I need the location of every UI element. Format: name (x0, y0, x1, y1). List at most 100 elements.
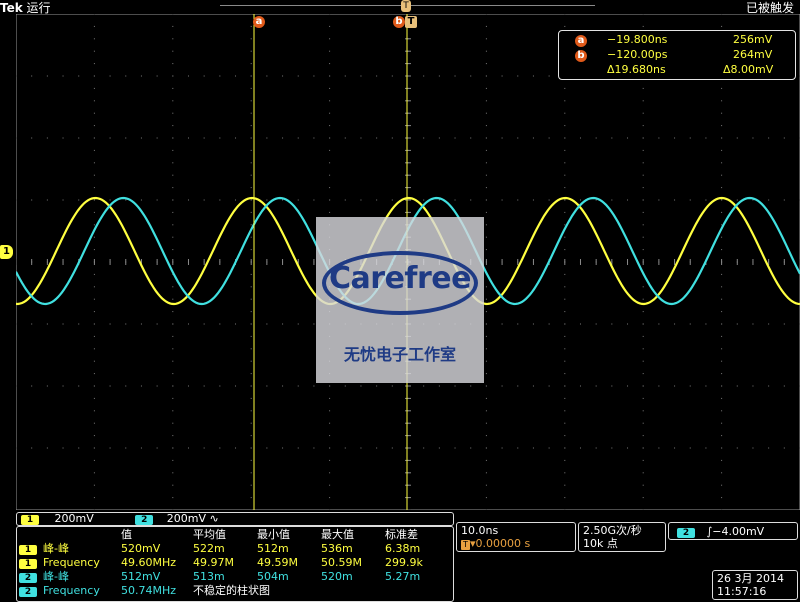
grid-dot (721, 435, 722, 436)
table-row[interactable]: 2Frequency (19, 584, 100, 597)
grid-dot (360, 386, 361, 387)
grid-dot (141, 386, 142, 387)
grid-dot (16, 448, 17, 449)
grid-dot (94, 187, 95, 188)
grid-dot (549, 200, 550, 201)
grid-dot (125, 200, 126, 201)
grid-dot (486, 472, 487, 473)
grid-dot (643, 113, 644, 114)
cursor-b-badge[interactable]: bT (393, 16, 417, 28)
grid-dot (94, 435, 95, 436)
grid-dot (172, 460, 173, 461)
grid-dot (564, 460, 565, 461)
horizontal-position: ▾0.00000 s (470, 537, 530, 550)
row-name: 峰-峰 (43, 570, 69, 583)
grid-dot (752, 138, 753, 139)
grid-dot (94, 485, 95, 486)
watermark-logo: Carefree 无忧电子工作室 (316, 217, 484, 383)
grid-dot (486, 286, 487, 287)
grid-dot (455, 76, 456, 77)
cursor-delta-volt: Δ8.00mV (723, 63, 773, 77)
grid-dot (188, 200, 189, 201)
grid-dot (486, 125, 487, 126)
grid-dot (172, 423, 173, 424)
grid-dot (172, 150, 173, 151)
grid-dot (486, 460, 487, 461)
grid-dot (564, 336, 565, 337)
row-channel-badge: 1 (19, 559, 37, 569)
grid-dot (486, 348, 487, 349)
cursor-a-time: −19.800ns (607, 33, 667, 47)
grid-dot (721, 497, 722, 498)
channel-scale-bar[interactable]: 1 200mV 2 200mV ∿ (16, 512, 454, 526)
table-row[interactable]: 1Frequency (19, 556, 100, 569)
grid-dot (596, 138, 597, 139)
grid-dot (172, 187, 173, 188)
channel-2-badge[interactable]: 2 (135, 515, 153, 525)
trigger-box[interactable]: 2 ∫−4.00mV (668, 522, 798, 540)
grid-dot (502, 324, 503, 325)
cursor-a-badge[interactable]: a (253, 16, 265, 28)
grid-dot (517, 386, 518, 387)
grid-dot (721, 410, 722, 411)
grid-dot (94, 299, 95, 300)
grid-dot (486, 51, 487, 52)
acquisition-box[interactable]: 2.50G次/秒 10k 点 (578, 522, 666, 552)
grid-dot (486, 76, 487, 77)
grid-dot (94, 51, 95, 52)
channel-1-badge[interactable]: 1 (21, 515, 39, 525)
grid-dot (94, 125, 95, 126)
grid-dot (172, 224, 173, 225)
grid-dot (705, 386, 706, 387)
grid-dot (172, 76, 173, 77)
grid-dot (251, 497, 252, 498)
grid-dot (705, 324, 706, 325)
grid-dot (737, 386, 738, 387)
grid-dot (251, 361, 252, 362)
grid-dot (721, 14, 722, 15)
grid-dot (31, 76, 32, 77)
grid-dot (172, 510, 173, 511)
grid-dot (266, 386, 267, 387)
grid-dot (329, 100, 330, 101)
measurement-table: 值 平均值 最小值 最大值 标准差 1峰-峰 520mV 522m 512m 5… (16, 526, 454, 602)
grid-dot (721, 299, 722, 300)
grid-dot (564, 510, 565, 511)
grid-dot (94, 497, 95, 498)
grid-dot (94, 150, 95, 151)
row-min: 512m (257, 542, 289, 555)
grid-dot (643, 299, 644, 300)
grid-dot (643, 125, 644, 126)
grid-dot (251, 76, 252, 77)
grid-dot (345, 138, 346, 139)
trigger-position-marker[interactable]: T (401, 0, 411, 12)
grid-dot (439, 76, 440, 77)
grid-dot (282, 200, 283, 201)
grid-dot (251, 150, 252, 151)
table-row[interactable]: 2峰-峰 (19, 570, 69, 583)
grid-dot (31, 138, 32, 139)
grid-dot (329, 14, 330, 15)
grid-dot (721, 187, 722, 188)
grid-dot (486, 63, 487, 64)
grid-dot (172, 497, 173, 498)
table-row[interactable]: 1峰-峰 (19, 542, 69, 555)
grid-dot (172, 125, 173, 126)
grid-dot (125, 324, 126, 325)
grid-dot (251, 460, 252, 461)
grid-dot (564, 175, 565, 176)
channel-1-ground-marker[interactable]: 1 (0, 245, 13, 259)
grid-dot (329, 187, 330, 188)
grid-dot (549, 386, 550, 387)
grid-dot (251, 373, 252, 374)
grid-dot (298, 386, 299, 387)
timebase-box[interactable]: 10.0ns T▾0.00000 s (456, 522, 576, 552)
grid-dot (721, 485, 722, 486)
grid-dot (486, 485, 487, 486)
grid-dot (94, 361, 95, 362)
grid-dot (219, 200, 220, 201)
grid-dot (768, 386, 769, 387)
grid-dot (251, 63, 252, 64)
grid-dot (564, 373, 565, 374)
grid-dot (533, 448, 534, 449)
